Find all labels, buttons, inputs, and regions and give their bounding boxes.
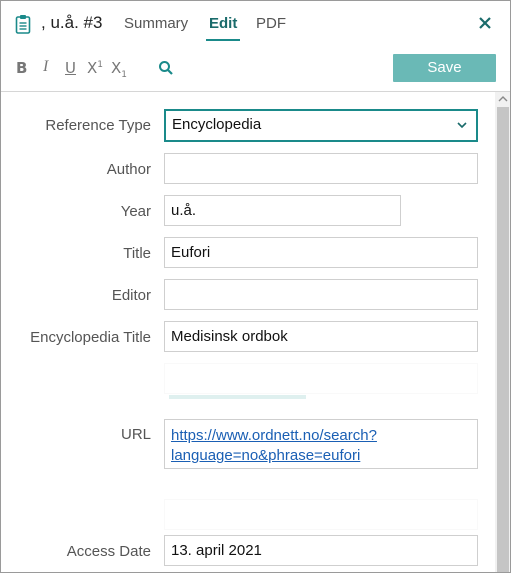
subscript-button[interactable]: X1 <box>111 59 127 80</box>
save-button[interactable]: Save <box>393 54 496 82</box>
format-toolbar: B I U X1 X1 Save <box>1 47 510 91</box>
editor-label: Editor <box>111 287 151 304</box>
faded-field[interactable] <box>164 363 478 394</box>
close-icon[interactable] <box>477 15 493 31</box>
author-label: Author <box>106 161 151 178</box>
year-label: Year <box>120 203 151 220</box>
url-link-line1[interactable]: https://www.ordnett.no/search? <box>171 427 377 444</box>
tab-summary[interactable]: Summary <box>124 15 188 32</box>
title-label: Title <box>123 245 151 262</box>
access-date-label: Access Date <box>66 543 151 560</box>
tab-edit[interactable]: Edit <box>209 15 237 32</box>
italic-button[interactable]: I <box>43 58 48 76</box>
clipboard-icon <box>15 15 31 34</box>
year-field[interactable]: u.å. <box>164 195 401 226</box>
url-field[interactable]: https://www.ordnett.no/search? language=… <box>164 419 478 469</box>
url-link-line2[interactable]: language=no&phrase=eufori <box>171 447 360 464</box>
bold-button[interactable]: B <box>16 59 27 77</box>
url-label: URL <box>120 426 151 443</box>
scrollbar-thumb[interactable] <box>497 107 509 572</box>
loading-bar <box>169 395 306 399</box>
panel-header: , u.å. #3 Summary Edit PDF <box>1 1 510 47</box>
chevron-down-icon <box>457 122 467 129</box>
superscript-button[interactable]: X1 <box>87 59 103 77</box>
reference-editor-panel: , u.å. #3 Summary Edit PDF B I U X1 X1 S… <box>0 0 511 573</box>
subscript-letter: X <box>111 59 122 77</box>
reference-type-label: Reference Type <box>45 117 151 134</box>
reference-title: , u.å. #3 <box>41 13 103 32</box>
author-field[interactable] <box>164 153 478 184</box>
reference-type-value: Encyclopedia <box>172 116 262 133</box>
access-date-field[interactable]: 13. april 2021 <box>164 535 478 566</box>
faded-field-2[interactable] <box>164 499 478 530</box>
title-field[interactable]: Eufori <box>164 237 478 268</box>
tab-pdf[interactable]: PDF <box>256 15 286 32</box>
underline-button[interactable]: U <box>65 59 76 77</box>
reference-type-select[interactable]: Encyclopedia <box>164 109 478 142</box>
encyclopedia-title-field[interactable]: Medisinsk ordbok <box>164 321 478 352</box>
reference-form: Reference Type Encyclopedia Author Year … <box>1 92 495 572</box>
editor-field[interactable] <box>164 279 478 310</box>
search-icon[interactable] <box>158 60 174 76</box>
encyclopedia-title-label: Encyclopedia Title <box>30 329 151 346</box>
superscript-letter: X <box>87 59 98 77</box>
active-tab-indicator <box>206 39 240 41</box>
scroll-up-icon[interactable] <box>498 95 508 103</box>
superscript-mark: 1 <box>97 60 104 70</box>
subscript-mark: 1 <box>121 70 128 80</box>
